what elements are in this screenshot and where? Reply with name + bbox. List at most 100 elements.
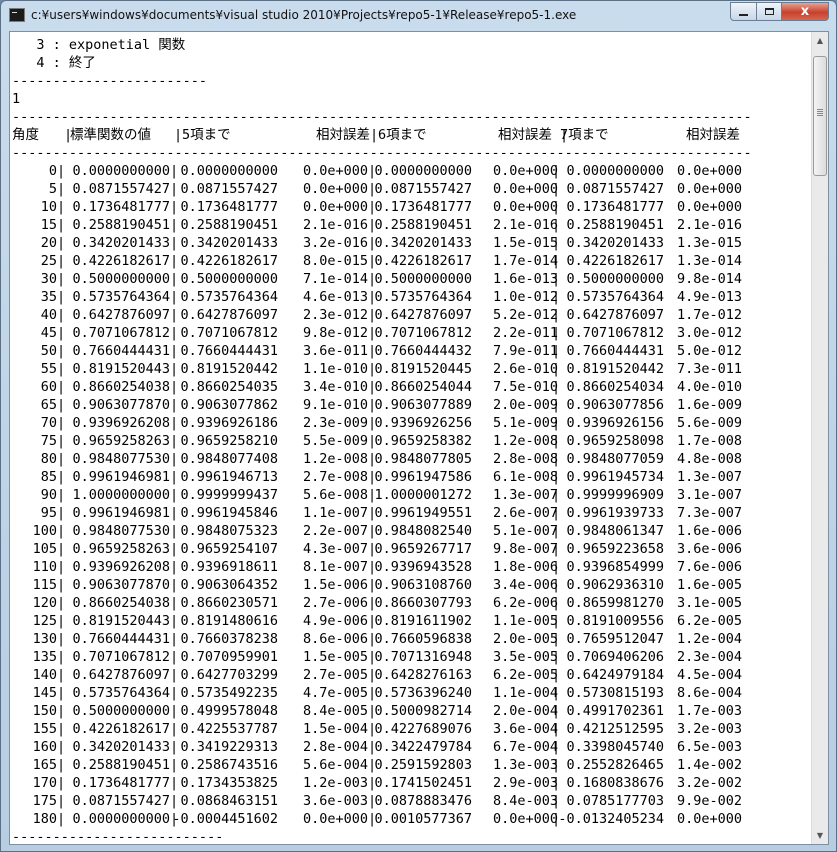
scroll-up-button[interactable]: ▲: [812, 32, 828, 49]
column-divider: |: [552, 577, 561, 593]
table-cell: 75: [40, 433, 57, 449]
column-divider: |: [552, 289, 561, 305]
table-cell: 3.6e-003: [302, 793, 368, 809]
table-cell: 8.0e-015: [302, 253, 368, 269]
column-divider: |: [370, 127, 379, 143]
table-cell: 2.1e-016: [302, 217, 368, 233]
table-cell: 0.7071067812: [72, 649, 170, 665]
table-cell: 1.2e-003: [302, 775, 368, 791]
column-divider: |: [368, 775, 377, 791]
column-divider: |: [57, 523, 66, 539]
column-divider: |: [57, 271, 66, 287]
title-bar[interactable]: c:¥users¥windows¥documents¥visual studio…: [1, 1, 836, 31]
table-cell: 2.0e-004: [492, 703, 558, 719]
column-divider: |: [170, 181, 179, 197]
table-cell: 0.7659512047: [566, 631, 664, 647]
table-cell: 0.9659254107: [180, 541, 278, 557]
table-cell: 4.7e-005: [302, 685, 368, 701]
column-divider: |: [552, 379, 561, 395]
table-cell: 1.3e-014: [676, 253, 742, 269]
column-divider: |: [368, 325, 377, 341]
table-cell: 0.0868463151: [180, 793, 278, 809]
table-cell: 4.8e-008: [676, 451, 742, 467]
console-window: c:¥users¥windows¥documents¥visual studio…: [0, 0, 837, 852]
table-cell: 0.7071067812: [180, 325, 278, 341]
table-cell: 0.9961946981: [72, 505, 170, 521]
table-cell: 2.3e-012: [302, 307, 368, 323]
column-divider: |: [368, 289, 377, 305]
column-divider: |: [57, 235, 66, 251]
column-divider: |: [368, 469, 377, 485]
column-divider: |: [57, 739, 66, 755]
table-cell: 2.0e-005: [492, 631, 558, 647]
table-cell: 0.9999996909: [566, 487, 664, 503]
table-cell: 2.7e-005: [302, 667, 368, 683]
table-cell: 0.1736481777: [72, 775, 170, 791]
table-cell: 70: [40, 415, 57, 431]
column-divider: |: [552, 487, 561, 503]
table-cell: 0.9961939733: [566, 505, 664, 521]
table-cell: 0.7660444431: [566, 343, 664, 359]
table-cell: 0.1736481777: [374, 199, 472, 215]
column-divider: |: [552, 415, 561, 431]
table-cell: 0.8191480616: [180, 613, 278, 629]
table-cell: 9.8e-012: [302, 325, 368, 341]
table-cell: 0.4227689076: [374, 721, 472, 737]
table-cell: 0.2588190451: [374, 217, 472, 233]
table-cell: 2.1e-016: [492, 217, 558, 233]
table-cell: 0.0000000000: [566, 163, 664, 179]
column-divider: |: [170, 433, 179, 449]
console-line: 1: [12, 90, 20, 108]
column-divider: |: [552, 397, 561, 413]
table-cell: 0.9848077408: [180, 451, 278, 467]
table-cell: 55: [40, 361, 57, 377]
column-divider: |: [368, 577, 377, 593]
column-divider: |: [368, 595, 377, 611]
column-divider: |: [552, 757, 561, 773]
minimize-button[interactable]: [730, 2, 757, 21]
table-cell: 2.1e-016: [676, 217, 742, 233]
vertical-scrollbar[interactable]: ▲ ▼: [811, 32, 828, 844]
table-cell: 0: [48, 163, 57, 179]
table-cell: 0.9396918611: [180, 559, 278, 575]
close-button[interactable]: x: [781, 2, 829, 21]
scroll-down-button[interactable]: ▼: [812, 827, 828, 844]
table-cell: 3.6e-011: [302, 343, 368, 359]
column-header: 7項まで: [560, 127, 609, 143]
table-cell: 4.0e-010: [676, 379, 742, 395]
console-client-area[interactable]: 3 : exponetial 関数 4 : 終了 ----------------…: [9, 31, 829, 845]
column-divider: |: [57, 397, 66, 413]
column-divider: |: [170, 469, 179, 485]
column-divider: |: [368, 235, 377, 251]
console-output: 3 : exponetial 関数 4 : 終了 ----------------…: [12, 34, 810, 842]
table-cell: 1.5e-006: [302, 577, 368, 593]
column-divider: |: [170, 361, 179, 377]
table-cell: 0.7660444431: [72, 631, 170, 647]
table-cell: 0.0871557427: [180, 181, 278, 197]
table-cell: 15: [40, 217, 57, 233]
column-divider: |: [552, 235, 561, 251]
table-cell: 0.9999999437: [180, 487, 278, 503]
column-divider: |: [552, 163, 561, 179]
table-cell: 0.0e+000: [302, 181, 368, 197]
column-divider: |: [57, 613, 66, 629]
column-divider: |: [170, 163, 179, 179]
maximize-button[interactable]: [756, 2, 782, 21]
table-cell: 0.4226182617: [374, 253, 472, 269]
table-cell: 1.6e-005: [676, 577, 742, 593]
table-separator: ----------------------------------------…: [12, 144, 752, 162]
column-divider: |: [170, 523, 179, 539]
table-cell: 0.3420201433: [180, 235, 278, 251]
table-cell: 0.8191520442: [566, 361, 664, 377]
table-cell: 160: [32, 739, 57, 755]
column-divider: |: [368, 181, 377, 197]
table-cell: 0.5735764364: [72, 685, 170, 701]
table-cell: 0.2586743516: [180, 757, 278, 773]
separator-text: --------------------------: [12, 829, 224, 842]
table-cell: 0.4226182617: [566, 253, 664, 269]
console-line: 4 : 終了: [12, 54, 96, 72]
column-divider: |: [57, 325, 66, 341]
table-cell: 0.1734353825: [180, 775, 278, 791]
column-divider: |: [552, 217, 561, 233]
scrollbar-thumb[interactable]: [813, 56, 827, 176]
